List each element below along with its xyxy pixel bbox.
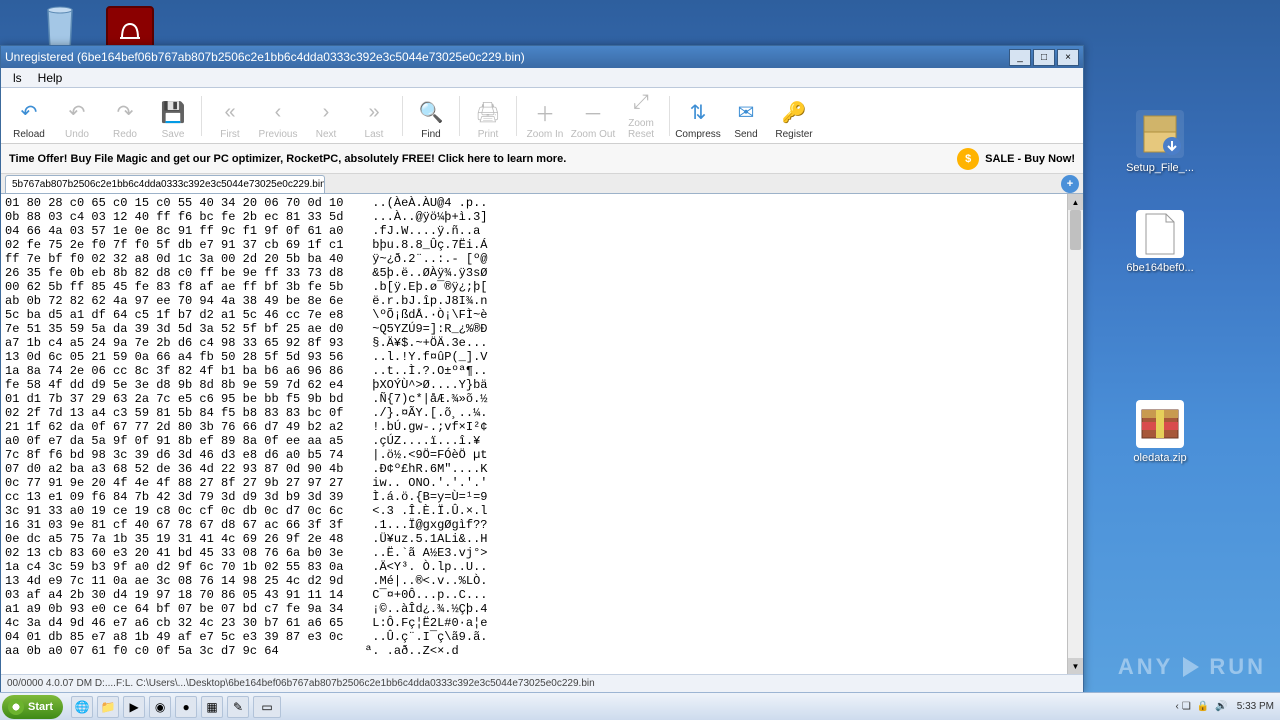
maximize-button[interactable]: □ — [1033, 49, 1055, 66]
menubar: ls Help — [1, 68, 1083, 88]
play-icon — [1183, 657, 1199, 677]
send-button[interactable]: ✉Send — [722, 90, 770, 142]
menu-help[interactable]: Help — [30, 69, 71, 87]
double-left-icon: « — [216, 99, 244, 127]
envelope-icon: ✉ — [732, 99, 760, 127]
installer-icon — [1136, 110, 1184, 158]
add-tab-button[interactable]: + — [1061, 175, 1079, 193]
fullscreen-icon: ⤢ — [627, 90, 655, 116]
promo-text: Time Offer! Buy File Magic and get our P… — [9, 153, 957, 165]
archive-icon — [1136, 400, 1184, 448]
save-button[interactable]: 💾Save — [149, 90, 197, 142]
taskbar-window[interactable]: ▭ — [253, 696, 281, 718]
separator — [201, 96, 202, 136]
print-button[interactable]: 🖨Print — [464, 90, 512, 142]
close-button[interactable]: × — [1057, 49, 1079, 66]
tray-icon[interactable]: 🔒 — [1197, 701, 1209, 712]
undo-button[interactable]: ↶Undo — [53, 90, 101, 142]
coin-icon: $ — [957, 148, 979, 170]
status-bar: 00/0000 4.0.07 DM D:....F:L. C:\Users\..… — [1, 674, 1083, 692]
quicklaunch-chrome[interactable]: ◉ — [149, 696, 171, 718]
toolbar: ↶Reload ↶Undo ↷Redo 💾Save «First ‹Previo… — [1, 88, 1083, 144]
quicklaunch-explorer[interactable]: 📁 — [97, 696, 119, 718]
desktop-label: Setup_File_... — [1120, 162, 1200, 174]
titlebar[interactable]: Unregistered (6be164bef06b767ab807b2506c… — [1, 46, 1083, 68]
right-arrow-icon: › — [312, 99, 340, 127]
double-right-icon: » — [360, 99, 388, 127]
vertical-scrollbar[interactable]: ▲ ▼ — [1067, 194, 1083, 674]
scroll-thumb[interactable] — [1070, 210, 1081, 250]
scroll-down-button[interactable]: ▼ — [1068, 658, 1083, 674]
desktop-label: oledata.zip — [1120, 452, 1200, 464]
zoom-reset-button[interactable]: ⤢Zoom Reset — [617, 90, 665, 142]
floppy-icon: 💾 — [159, 99, 187, 127]
desktop-zip-file[interactable]: oledata.zip — [1120, 400, 1200, 464]
taskbar: Start 🌐 📁 ▶ ◉ ● ▦ ✎ ▭ ‹ ❏ 🔒 🔊 5:33 PM — [0, 692, 1280, 720]
promo-bar[interactable]: Time Offer! Buy File Magic and get our P… — [1, 144, 1083, 174]
hex-viewer[interactable]: 01 80 28 c0 65 c0 15 c0 55 40 34 20 06 7… — [1, 194, 1083, 674]
tab-bin-file[interactable]: 5b767ab807b2506c2e1bb6c4dda0333c392e3c50… — [5, 175, 325, 193]
next-button[interactable]: ›Next — [302, 90, 350, 142]
compress-button[interactable]: ⇅Compress — [674, 90, 722, 142]
clock[interactable]: 5:33 PM — [1237, 701, 1274, 712]
tab-label: 5b767ab807b2506c2e1bb6c4dda0333c392e3c50… — [12, 179, 325, 190]
reload-button[interactable]: ↶Reload — [5, 90, 53, 142]
tray-icon[interactable]: 🔊 — [1215, 701, 1227, 712]
separator — [516, 96, 517, 136]
start-button[interactable]: Start — [2, 695, 63, 719]
register-button[interactable]: 🔑Register — [770, 90, 818, 142]
first-button[interactable]: «First — [206, 90, 254, 142]
tray-icon[interactable]: ❏ — [1182, 701, 1191, 712]
window-title: Unregistered (6be164bef06b767ab807b2506c… — [5, 50, 1007, 64]
watermark: ANY RUN — [1118, 654, 1266, 680]
quicklaunch-media[interactable]: ▶ — [123, 696, 145, 718]
system-tray[interactable]: ‹ ❏ 🔒 🔊 5:33 PM — [1172, 701, 1278, 712]
sale-text: SALE - Buy Now! — [985, 153, 1075, 165]
undo-curve-icon: ↶ — [15, 99, 43, 127]
magnify-icon: 🔍 — [417, 99, 445, 127]
left-arrow-icon: ‹ — [264, 99, 292, 127]
quicklaunch-ie[interactable]: 🌐 — [71, 696, 93, 718]
printer-icon: 🖨 — [474, 99, 502, 127]
find-button[interactable]: 🔍Find — [407, 90, 455, 142]
redo-button[interactable]: ↷Redo — [101, 90, 149, 142]
compress-icon: ⇅ — [684, 99, 712, 127]
undo-icon: ↶ — [63, 99, 91, 127]
redo-icon: ↷ — [111, 99, 139, 127]
separator — [459, 96, 460, 136]
quicklaunch-app1[interactable]: ● — [175, 696, 197, 718]
scroll-track[interactable] — [1068, 210, 1083, 658]
zoom-out-icon: － — [579, 99, 607, 127]
file-icon — [1136, 210, 1184, 258]
minimize-button[interactable]: _ — [1009, 49, 1031, 66]
desktop-setup-file[interactable]: Setup_File_... — [1120, 110, 1200, 174]
status-text: 00/0000 4.0.07 DM D:....F:L. C:\Users\..… — [7, 678, 595, 689]
zoom-in-button[interactable]: ＋Zoom In — [521, 90, 569, 142]
previous-button[interactable]: ‹Previous — [254, 90, 302, 142]
key-icon: 🔑 — [780, 99, 808, 127]
separator — [402, 96, 403, 136]
quicklaunch-app2[interactable]: ▦ — [201, 696, 223, 718]
zoom-in-icon: ＋ — [531, 99, 559, 127]
zoom-out-button[interactable]: －Zoom Out — [569, 90, 617, 142]
quicklaunch-app3[interactable]: ✎ — [227, 696, 249, 718]
separator — [669, 96, 670, 136]
tab-strip: 5b767ab807b2506c2e1bb6c4dda0333c392e3c50… — [1, 174, 1083, 194]
last-button[interactable]: »Last — [350, 90, 398, 142]
app-window: Unregistered (6be164bef06b767ab807b2506c… — [0, 45, 1084, 693]
desktop-label: 6be164bef0... — [1120, 262, 1200, 274]
desktop-bin-file[interactable]: 6be164bef0... — [1120, 210, 1200, 274]
scroll-up-button[interactable]: ▲ — [1068, 194, 1083, 210]
tray-icon[interactable]: ‹ — [1176, 701, 1179, 712]
menu-ls[interactable]: ls — [5, 69, 30, 87]
